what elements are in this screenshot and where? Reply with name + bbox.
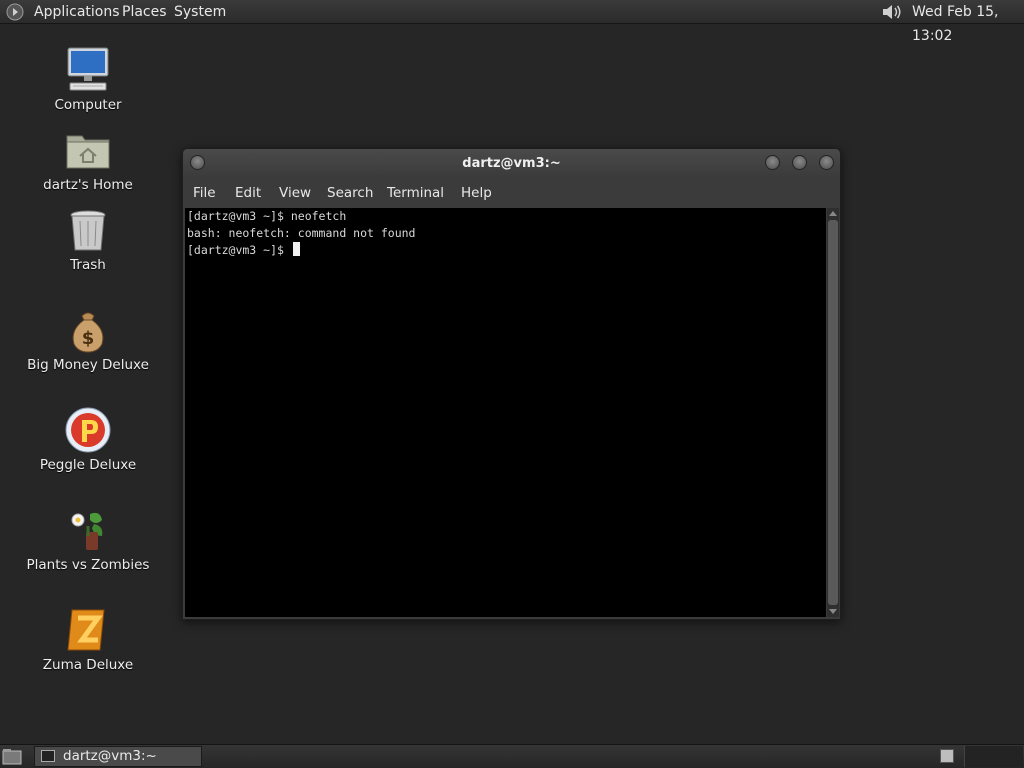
scroll-down-arrow-icon[interactable] [829, 609, 837, 614]
desktop-icon-home[interactable]: dartz's Home [20, 126, 156, 193]
trash-icon [70, 210, 106, 251]
show-desktop-icon[interactable] [2, 748, 22, 765]
computer-icon [67, 47, 109, 91]
desktop-icon-plants-vs-zombies[interactable]: Plants vs Zombies [20, 506, 156, 573]
terminal-line: [dartz@vm3 ~]$ neofetch [187, 209, 347, 223]
desktop-icon-zuma[interactable]: Zuma Deluxe [20, 606, 156, 673]
desktop-icon-trash[interactable]: Trash [20, 206, 156, 273]
terminal-prompt: [dartz@vm3 ~]$ [187, 243, 291, 257]
terminal-line: bash: neofetch: command not found [187, 226, 416, 240]
desktop-icon-peggle[interactable]: Peggle Deluxe [20, 406, 156, 473]
window-titlebar[interactable]: dartz@vm3:~ [183, 149, 840, 179]
clock[interactable]: Wed Feb 15, 13:02 [912, 0, 1024, 44]
workspace-area[interactable] [964, 746, 1023, 767]
menu-places[interactable]: Places [122, 0, 167, 24]
money-bag-icon: $ [72, 312, 104, 353]
maximize-button[interactable] [792, 155, 807, 170]
terminal-icon [41, 750, 55, 762]
menu-file[interactable]: File [193, 179, 216, 207]
menu-search[interactable]: Search [327, 179, 373, 207]
desktop-icon-label: Zuma Deluxe [42, 657, 134, 673]
gnome-foot-icon[interactable] [6, 3, 24, 21]
menu-edit[interactable]: Edit [235, 179, 261, 207]
desktop-icon-big-money[interactable]: $ Big Money Deluxe [20, 306, 156, 373]
home-folder-icon [66, 135, 110, 169]
desktop-icon-label: Peggle Deluxe [39, 457, 137, 473]
desktop-icon-label: Plants vs Zombies [26, 557, 150, 573]
menu-applications[interactable]: Applications [34, 0, 120, 24]
terminal-window: dartz@vm3:~ File Edit View Search Termin… [182, 148, 841, 620]
close-button[interactable] [819, 155, 834, 170]
desktop-icon-label: Computer [54, 97, 122, 113]
menu-view[interactable]: View [279, 179, 311, 207]
terminal-prompt-line: [dartz@vm3 ~]$ [187, 242, 826, 259]
minimize-button[interactable] [765, 155, 780, 170]
top-panel: Applications Places System Wed Feb 15, 1… [0, 0, 1024, 44]
window-title: dartz@vm3:~ [462, 156, 561, 171]
desktop-icon-computer[interactable]: Computer [20, 46, 156, 113]
workspace-switcher[interactable] [940, 749, 954, 763]
terminal-output[interactable]: [dartz@vm3 ~]$ neofetch bash: neofetch: … [185, 208, 826, 617]
scroll-up-arrow-icon[interactable] [829, 211, 837, 216]
menu-terminal[interactable]: Terminal [387, 179, 444, 207]
zuma-icon [67, 609, 105, 651]
taskbar-button-label: dartz@vm3:~ [63, 748, 157, 764]
menu-system[interactable]: System [174, 0, 226, 24]
terminal-scrollbar[interactable] [827, 208, 839, 617]
plants-vs-zombies-icon [71, 512, 103, 550]
scrollbar-thumb[interactable] [828, 220, 838, 605]
desktop-icon-label: Trash [70, 257, 106, 273]
peggle-icon [65, 407, 111, 453]
bottom-panel: dartz@vm3:~ [0, 744, 1024, 768]
desktop-icon-label: dartz's Home [43, 177, 133, 193]
svg-text:$: $ [82, 328, 95, 349]
menu-help[interactable]: Help [461, 179, 492, 207]
terminal-menubar: File Edit View Search Terminal Help [183, 179, 840, 207]
desktop-icon-label: Big Money Deluxe [27, 357, 149, 373]
text-cursor [292, 242, 300, 256]
taskbar-button-terminal[interactable]: dartz@vm3:~ [34, 746, 202, 767]
speaker-icon[interactable] [880, 2, 904, 22]
